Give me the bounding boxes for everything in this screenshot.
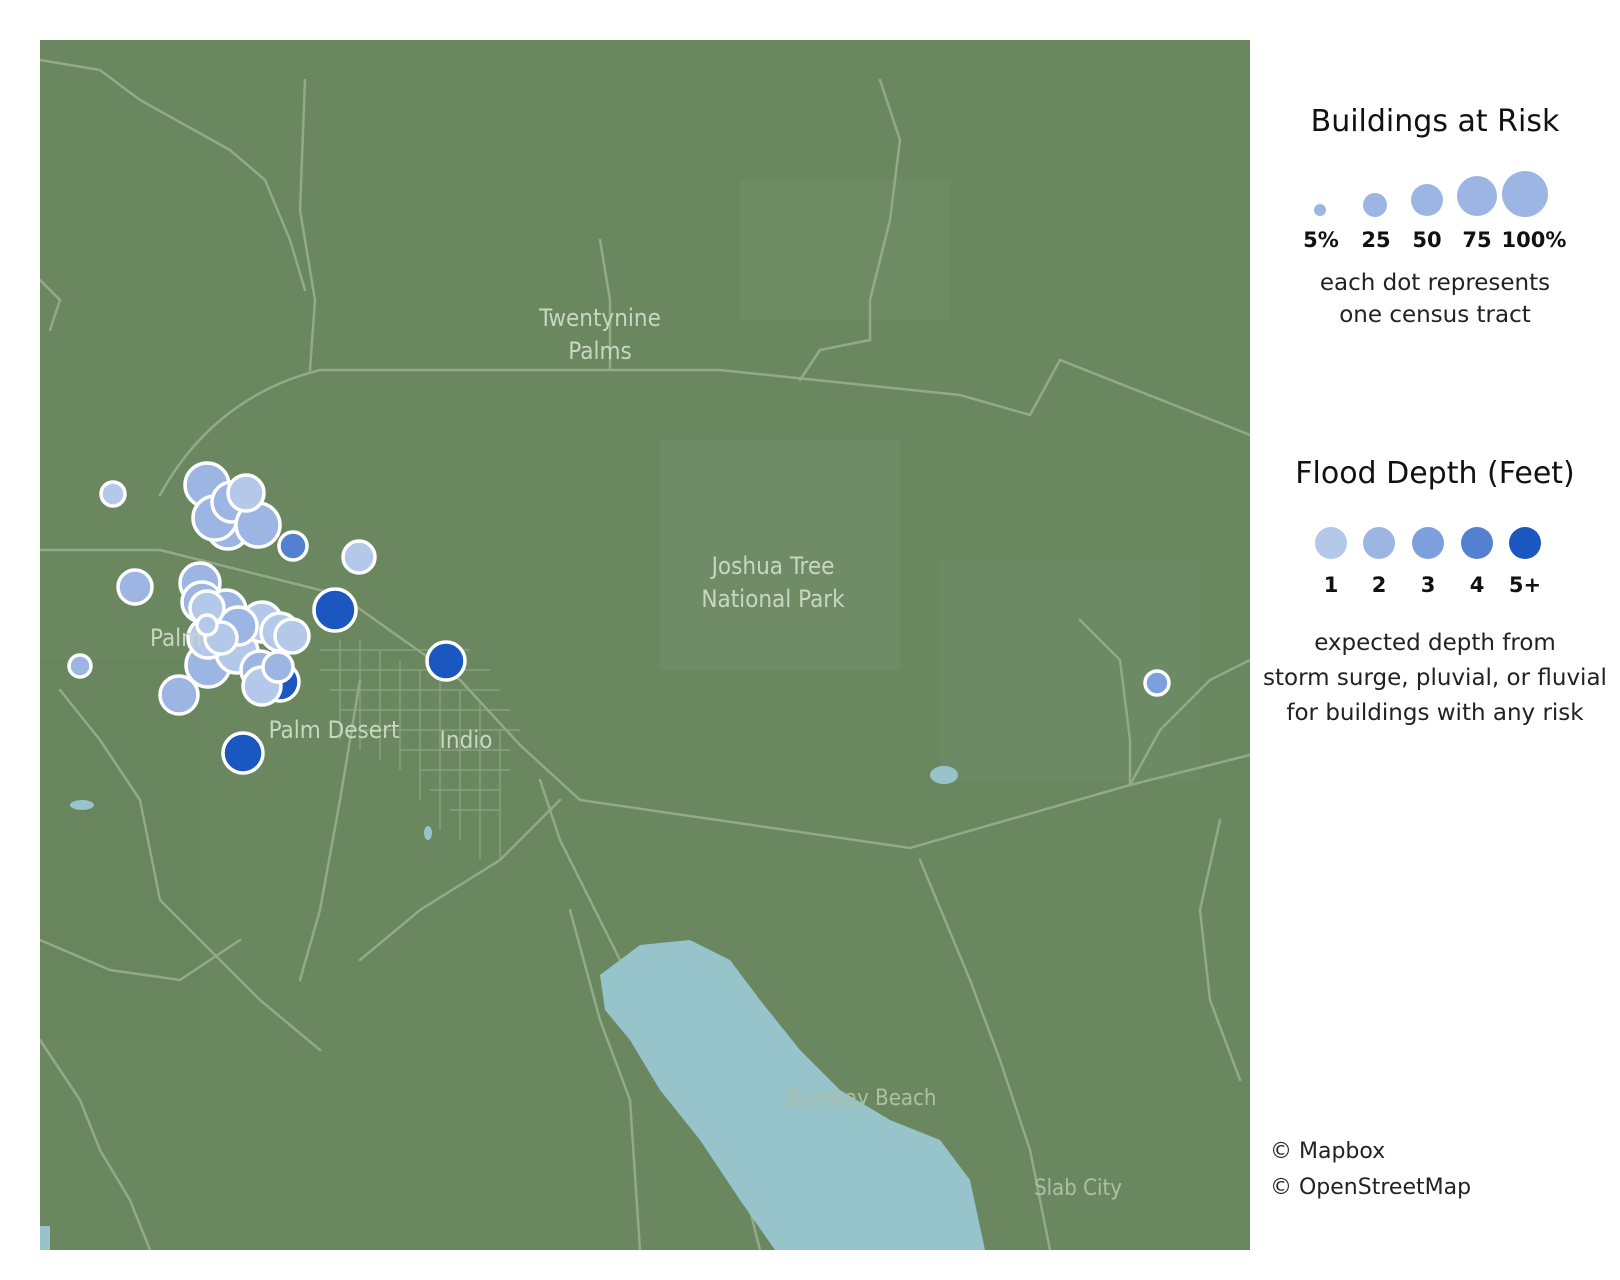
size-legend-title: Buildings at Risk <box>1310 104 1560 139</box>
tract-dot[interactable] <box>277 530 309 562</box>
place-label-indio: Indio <box>439 726 493 754</box>
map-basemap <box>40 40 1250 1250</box>
tract-dot[interactable] <box>116 568 154 606</box>
depth-dot-5 <box>1509 527 1541 559</box>
depth-label: 4 <box>1469 573 1485 597</box>
depth-label: 5+ <box>1508 573 1542 597</box>
size-dot-5 <box>1314 204 1326 216</box>
tract-dot[interactable] <box>273 617 311 655</box>
depth-dot-1 <box>1315 527 1347 559</box>
depth-dot-3 <box>1412 527 1444 559</box>
lake-edge <box>40 1226 50 1250</box>
depth-label: 3 <box>1420 573 1436 597</box>
attribution-mapbox[interactable]: © Mapbox <box>1270 1139 1385 1164</box>
place-label-twentynine-palms: Twentynine Palms <box>539 304 661 365</box>
size-dot-100 <box>1502 171 1548 217</box>
tract-dot[interactable] <box>261 650 295 684</box>
tract-dot[interactable] <box>226 473 266 513</box>
size-label: 100% <box>1501 228 1567 252</box>
place-label-slab-city: Slab City <box>1034 1176 1122 1201</box>
tract-dot[interactable] <box>158 674 200 716</box>
pond <box>424 826 432 840</box>
depth-legend-note: expected depth from storm surge, pluvial… <box>1263 630 1607 726</box>
size-label: 50 <box>1412 228 1442 252</box>
size-dot-50 <box>1411 184 1443 216</box>
place-label-palm: Palm <box>150 624 203 652</box>
size-label: 5% <box>1303 228 1339 252</box>
size-dot-25 <box>1363 193 1387 217</box>
size-legend-note: each dot represents one census tract <box>1319 270 1551 328</box>
depth-label: 2 <box>1371 573 1387 597</box>
tract-dot[interactable] <box>312 587 358 633</box>
depth-dot-2 <box>1363 527 1395 559</box>
map-canvas[interactable]: Twentynine Palms Joshua Tree National Pa… <box>40 40 1250 1250</box>
size-label: 75 <box>1462 228 1492 252</box>
size-dot-75 <box>1457 176 1497 216</box>
tract-dot[interactable] <box>67 653 93 679</box>
terrain-patch <box>40 660 200 1040</box>
depth-dot-4 <box>1461 527 1493 559</box>
tract-dot[interactable] <box>1143 669 1171 697</box>
lake <box>70 800 94 810</box>
dry-lake <box>930 766 958 784</box>
tract-dot[interactable] <box>99 480 127 508</box>
place-label-palm-desert: Palm Desert <box>268 716 400 744</box>
place-label-joshua-tree: Joshua Tree National Park <box>701 552 845 613</box>
legend: Buildings at Risk 5% 25 50 75 100% each … <box>1250 0 1620 1280</box>
attribution-osm[interactable]: © OpenStreetMap <box>1270 1175 1471 1200</box>
depth-label: 1 <box>1323 573 1339 597</box>
terrain-patch <box>740 180 950 320</box>
tract-dot[interactable] <box>425 640 467 682</box>
tract-dot[interactable] <box>341 539 377 575</box>
size-label: 25 <box>1361 228 1391 252</box>
depth-legend-title: Flood Depth (Feet) <box>1295 456 1575 491</box>
place-label-bombay-beach: Bombay Beach <box>787 1086 937 1111</box>
tract-dot[interactable] <box>221 731 265 775</box>
